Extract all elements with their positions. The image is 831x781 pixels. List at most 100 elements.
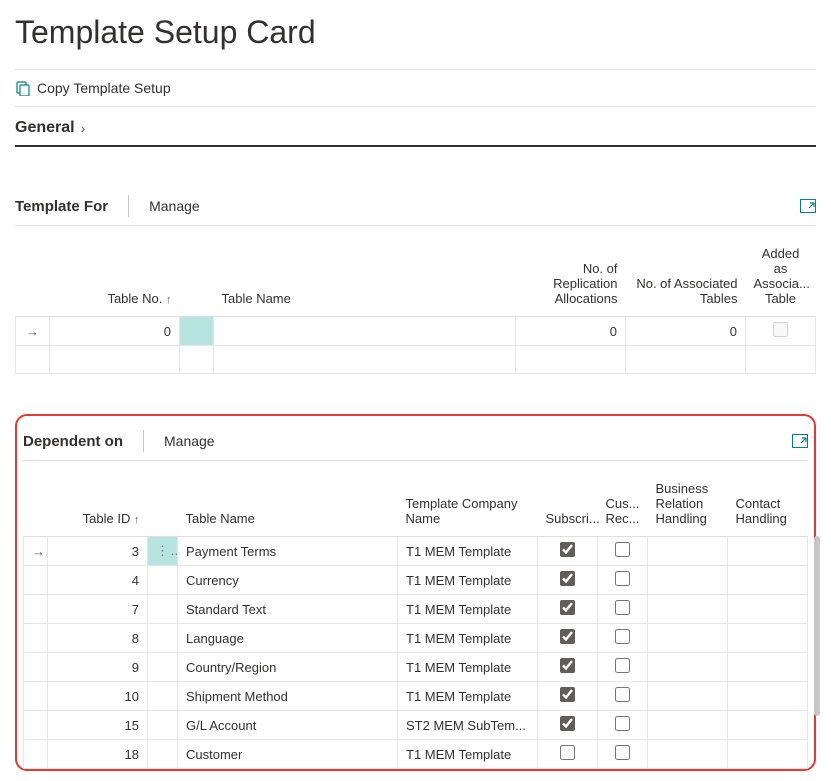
manage-button[interactable]: Manage: [149, 198, 200, 214]
cell-replications[interactable]: 0: [516, 317, 626, 346]
cell-table-name[interactable]: Language: [178, 624, 398, 653]
col-table-name[interactable]: Table Name: [178, 475, 398, 537]
cell-cus-rec[interactable]: [598, 537, 648, 566]
cell-gap[interactable]: [148, 653, 178, 682]
table-row[interactable]: [16, 346, 816, 374]
cus-rec-checkbox[interactable]: [615, 542, 630, 557]
cell-company[interactable]: ST2 MEM SubTem...: [398, 711, 538, 740]
subscribe-checkbox[interactable]: [560, 629, 575, 644]
cell-table-id[interactable]: 8: [48, 624, 148, 653]
subscribe-checkbox[interactable]: [560, 571, 575, 586]
cell-gap[interactable]: [148, 740, 178, 769]
row-selector-icon[interactable]: [24, 624, 48, 653]
table-row[interactable]: 7Standard TextT1 MEM Template: [24, 595, 808, 624]
col-cus-rec[interactable]: Cus... Rec...: [598, 475, 648, 537]
table-row[interactable]: →000: [16, 317, 816, 346]
table-row[interactable]: 4 CurrencyT1 MEM Template: [24, 566, 808, 595]
cell-table-id[interactable]: 4: [48, 566, 148, 595]
expand-icon[interactable]: [792, 434, 808, 448]
col-added-as[interactable]: Added as Associa... Table: [746, 240, 816, 317]
row-selector-icon[interactable]: [24, 740, 48, 769]
cell-table-name[interactable]: Customer: [178, 740, 398, 769]
cell-bus-rel[interactable]: [648, 624, 728, 653]
cell-cus-rec[interactable]: [598, 740, 648, 769]
cell-table-id[interactable]: 10: [48, 682, 148, 711]
subscribe-checkbox[interactable]: [560, 716, 575, 731]
cell-cus-rec[interactable]: [598, 595, 648, 624]
cell-contact[interactable]: [728, 653, 808, 682]
row-selector-icon[interactable]: [24, 682, 48, 711]
cus-rec-checkbox[interactable]: [615, 600, 630, 615]
row-selector-icon[interactable]: →: [16, 317, 50, 346]
cell-company[interactable]: T1 MEM Template: [398, 595, 538, 624]
col-company[interactable]: Template Company Name: [398, 475, 538, 537]
cell-bus-rel[interactable]: [648, 740, 728, 769]
cus-rec-checkbox[interactable]: [615, 745, 630, 760]
cell-gap[interactable]: [148, 595, 178, 624]
cus-rec-checkbox[interactable]: [615, 716, 630, 731]
cell-contact[interactable]: [728, 595, 808, 624]
cell-contact[interactable]: [728, 711, 808, 740]
table-row[interactable]: 10 Shipment MethodT1 MEM Template: [24, 682, 808, 711]
cus-rec-checkbox[interactable]: [615, 571, 630, 586]
cell-bus-rel[interactable]: [648, 682, 728, 711]
cell-table-name[interactable]: Country/Region: [178, 653, 398, 682]
row-menu-icon[interactable]: ⋮: [148, 537, 178, 566]
cell-subscribe[interactable]: [538, 595, 598, 624]
cell-subscribe[interactable]: [538, 682, 598, 711]
cell-bus-rel[interactable]: [648, 595, 728, 624]
col-replications[interactable]: No. of Replication Allocations: [516, 240, 626, 317]
subscribe-checkbox[interactable]: [560, 600, 575, 615]
cell-bus-rel[interactable]: [648, 566, 728, 595]
copy-template-action[interactable]: Copy Template Setup: [37, 80, 171, 96]
col-bus-rel[interactable]: Business Relation Handling: [648, 475, 728, 537]
cell-gap[interactable]: [148, 624, 178, 653]
cell-table-name[interactable]: Currency: [178, 566, 398, 595]
cell-table-no[interactable]: 0: [50, 317, 180, 346]
cell-contact[interactable]: [728, 682, 808, 711]
cell-gap[interactable]: [148, 566, 178, 595]
cell-company[interactable]: T1 MEM Template: [398, 566, 538, 595]
cell-company[interactable]: T1 MEM Template: [398, 740, 538, 769]
cell-bus-rel[interactable]: [648, 653, 728, 682]
row-selector-icon[interactable]: [24, 566, 48, 595]
cell-table-name[interactable]: Shipment Method: [178, 682, 398, 711]
cell-cus-rec[interactable]: [598, 566, 648, 595]
cell-table-name[interactable]: G/L Account: [178, 711, 398, 740]
cell-company[interactable]: T1 MEM Template: [398, 653, 538, 682]
cell-table-name[interactable]: Payment Terms: [178, 537, 398, 566]
cell-cus-rec[interactable]: [598, 682, 648, 711]
cell-company[interactable]: T1 MEM Template: [398, 537, 538, 566]
col-contact[interactable]: Contact Handling: [728, 475, 808, 537]
cus-rec-checkbox[interactable]: [615, 658, 630, 673]
subscribe-checkbox[interactable]: [560, 658, 575, 673]
col-table-name[interactable]: Table Name: [214, 240, 516, 317]
cell-added-as[interactable]: [746, 317, 816, 346]
cell-cus-rec[interactable]: [598, 711, 648, 740]
row-selector-icon[interactable]: [24, 595, 48, 624]
scrollbar[interactable]: [814, 536, 820, 716]
row-selector-icon[interactable]: [24, 711, 48, 740]
cell-subscribe[interactable]: [538, 711, 598, 740]
cell-contact[interactable]: [728, 624, 808, 653]
cell-gap[interactable]: [180, 317, 214, 346]
cell-subscribe[interactable]: [538, 566, 598, 595]
cell-subscribe[interactable]: [538, 537, 598, 566]
cell-table-name[interactable]: [214, 317, 516, 346]
cell-contact[interactable]: [728, 740, 808, 769]
cell-table-id[interactable]: 9: [48, 653, 148, 682]
cell-bus-rel[interactable]: [648, 711, 728, 740]
cell-subscribe[interactable]: [538, 653, 598, 682]
row-selector-icon[interactable]: →: [24, 537, 48, 566]
cell-company[interactable]: T1 MEM Template: [398, 682, 538, 711]
col-subscribe[interactable]: Subscri...: [538, 475, 598, 537]
manage-button[interactable]: Manage: [164, 433, 215, 449]
cell-table-id[interactable]: 15: [48, 711, 148, 740]
table-row[interactable]: 8LanguageT1 MEM Template: [24, 624, 808, 653]
cell-subscribe[interactable]: [538, 624, 598, 653]
table-row[interactable]: →3⋮Payment TermsT1 MEM Template: [24, 537, 808, 566]
cell-table-id[interactable]: 7: [48, 595, 148, 624]
col-associated[interactable]: No. of Associated Tables: [626, 240, 746, 317]
general-section-header[interactable]: General ›: [15, 107, 816, 147]
cell-contact[interactable]: [728, 566, 808, 595]
